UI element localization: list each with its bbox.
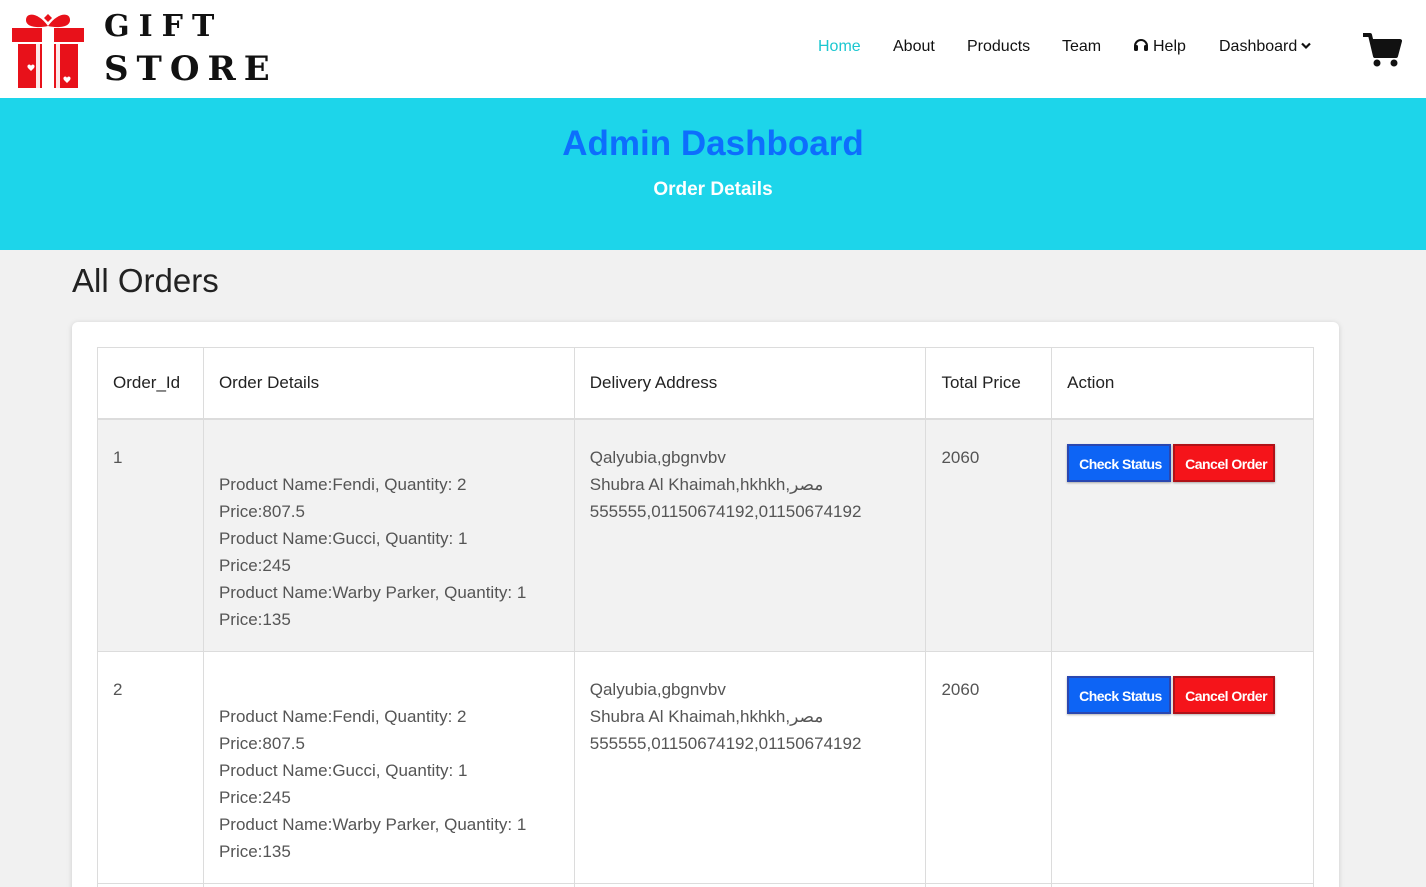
cart-icon[interactable]: [1362, 32, 1402, 68]
header-total-price: Total Price: [925, 347, 1053, 419]
brand-logo[interactable]: GIFT STORE: [10, 10, 270, 90]
action-cell: Check Status Cancel Order: [1051, 418, 1314, 652]
header-order-details: Order Details: [202, 347, 575, 419]
nav-dashboard-label: Dashboard: [1219, 38, 1298, 55]
table-row: 1 Product Name:Fendi, Quantity: 2 Price:…: [97, 418, 1314, 652]
order-detail-line: Price:807.5: [218, 734, 305, 753]
navbar: GIFT STORE Home About Products Team Help…: [0, 0, 1426, 98]
order-detail-line: Price:135: [218, 609, 291, 629]
nav-about[interactable]: About: [893, 36, 935, 58]
order-id-cell: 1: [97, 418, 204, 652]
cancel-order-button[interactable]: Cancel Order: [1173, 443, 1276, 482]
delivery-address-cell: Qalyubia,gbgnvbv Shubra Al Khaimah,hkhkh…: [573, 418, 927, 652]
order-detail-line: Price:807.5: [218, 501, 305, 521]
nav-products[interactable]: Products: [967, 36, 1030, 58]
address-line: Shubra Al Khaimah,hkhkh,مصر: [589, 474, 824, 494]
order-detail-line: Product Name:Fendi, Quantity: 2: [218, 474, 467, 494]
brand-name: GIFT STORE: [104, 9, 278, 89]
address-line: Qalyubia,gbgnvbv: [589, 447, 726, 467]
order-details-cell: Product Name:Fendi, Quantity: 2 Price:80…: [202, 418, 575, 652]
table-header-row: Order_Id Order Details Delivery Address …: [97, 347, 1314, 419]
order-detail-line: Product Name:Gucci, Quantity: 1: [218, 528, 468, 548]
header-delivery-address: Delivery Address: [573, 347, 927, 419]
banner-title: Admin Dashboard: [562, 124, 864, 163]
header-order-id: Order_Id: [97, 347, 204, 419]
order-id-cell: 2: [97, 651, 204, 884]
order-detail-line: Price:245: [218, 788, 291, 807]
order-detail-line: Product Name:Gucci, Quantity: 1: [218, 761, 468, 780]
orders-card: Order_Id Order Details Delivery Address …: [72, 322, 1339, 887]
total-price-cell: 2060: [925, 418, 1053, 652]
dashboard-banner: Admin Dashboard Order Details: [0, 98, 1426, 250]
nav-team[interactable]: Team: [1062, 36, 1101, 58]
nav-help[interactable]: Help: [1133, 36, 1186, 58]
order-detail-line: Price:245: [218, 555, 291, 575]
action-cell: Check Status Cancel Order: [1051, 651, 1314, 884]
banner-subtitle: Order Details: [653, 179, 773, 200]
order-detail-line: Price:135: [218, 842, 291, 861]
total-price-cell: 2060: [925, 651, 1053, 884]
headset-icon: [1134, 39, 1148, 51]
section-title: All Orders: [72, 262, 219, 299]
orders-table: Order_Id Order Details Delivery Address …: [97, 347, 1314, 887]
table-row: [97, 883, 1314, 887]
address-line: Shubra Al Khaimah,hkhkh,مصر: [589, 707, 824, 726]
order-detail-line: Product Name:Warby Parker, Quantity: 1: [218, 815, 527, 834]
table-row: 2 Product Name:Fendi, Quantity: 2 Price:…: [97, 651, 1314, 884]
order-detail-line: Product Name:Warby Parker, Quantity: 1: [218, 582, 527, 602]
nav-help-label: Help: [1153, 38, 1186, 55]
address-line: Qalyubia,gbgnvbv: [589, 680, 726, 699]
order-details-cell: Product Name:Fendi, Quantity: 2 Price:80…: [202, 651, 575, 884]
check-status-button[interactable]: Check Status: [1067, 676, 1172, 714]
chevron-down-icon: [1301, 42, 1312, 50]
brand-line-1: GIFT: [104, 9, 224, 44]
brand-line-2: STORE: [104, 49, 278, 89]
order-detail-line: Product Name:Fendi, Quantity: 2: [218, 707, 467, 726]
header-action: Action: [1051, 347, 1314, 419]
nav-dashboard[interactable]: Dashboard: [1219, 36, 1312, 58]
check-status-button[interactable]: Check Status: [1067, 443, 1172, 482]
cancel-order-button[interactable]: Cancel Order: [1173, 676, 1276, 714]
nav-home[interactable]: Home: [818, 36, 861, 58]
address-line: 555555,01150674192,01150674192: [589, 501, 862, 521]
address-line: 555555,01150674192,01150674192: [589, 734, 862, 753]
gift-box-icon: [12, 14, 84, 88]
delivery-address-cell: Qalyubia,gbgnvbv Shubra Al Khaimah,hkhkh…: [573, 651, 927, 884]
